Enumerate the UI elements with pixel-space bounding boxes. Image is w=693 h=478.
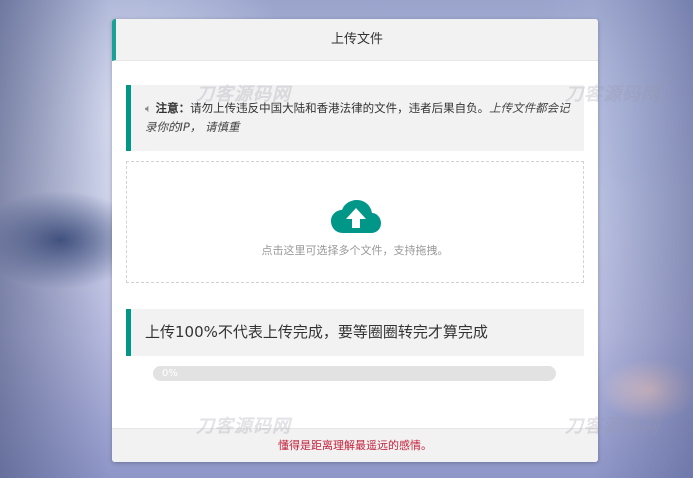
- quote-box: 上传100%不代表上传完成，要等圈圈转完才算完成: [126, 309, 584, 356]
- upload-card: 上传文件 🔈︎ 注意：请勿上传违反中国大陆和香港法律的文件，违者后果自负。上传文件…: [112, 19, 598, 462]
- progress-label: 0%: [162, 368, 178, 379]
- upload-progress-bar: 0%: [153, 366, 556, 381]
- notice-box: 🔈︎ 注意：请勿上传违反中国大陆和香港法律的文件，违者后果自负。上传文件都会记录你…: [126, 85, 584, 151]
- dropzone-hint: 点击这里可选择多个文件，支持拖拽。: [261, 244, 449, 257]
- upload-dropzone[interactable]: 点击这里可选择多个文件，支持拖拽。: [126, 161, 584, 283]
- upload-cloud-icon: [331, 200, 381, 233]
- background-decor-right: [593, 0, 693, 478]
- notice-text: 请勿上传违反中国大陆和香港法律的文件，违者后果自负。: [190, 101, 490, 115]
- notice-label: 注意：: [155, 101, 191, 115]
- footer-quote: 懂得是距离理解最遥远的感情。: [112, 428, 598, 462]
- speaker-icon: 🔈︎: [145, 102, 152, 115]
- background-decor-left: [0, 0, 110, 478]
- card-title: 上传文件: [112, 19, 598, 61]
